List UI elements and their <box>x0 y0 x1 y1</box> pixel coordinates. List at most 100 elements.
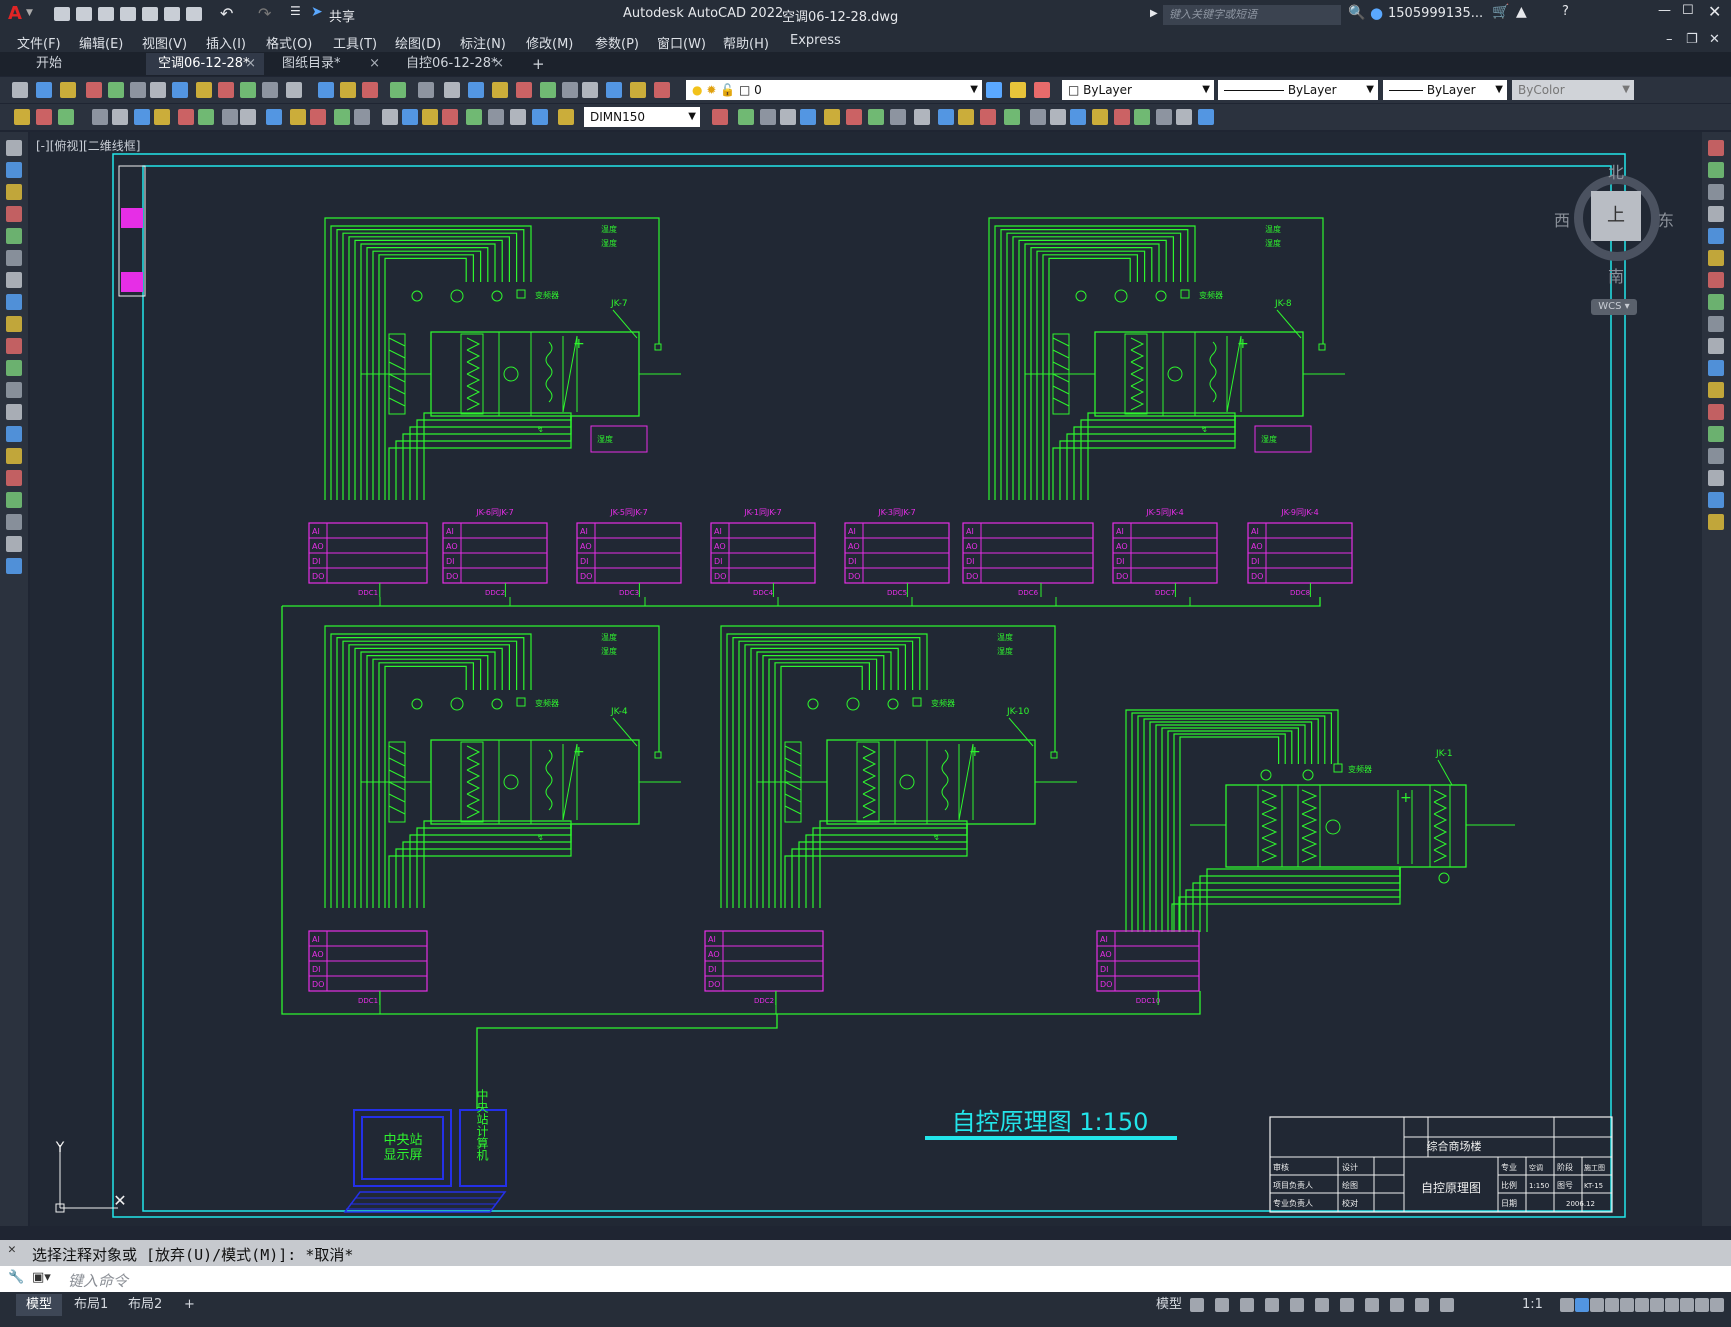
menu-file[interactable]: 文件(F) <box>17 33 61 52</box>
drawing-canvas[interactable]: [-][俯视][二维线框] + JK-7 变频器 温度 湿度 ↯ 湿度 + JK-8 变频器 温度湿… <box>30 132 1702 1226</box>
redo-icon[interactable] <box>318 82 334 98</box>
lock-icon[interactable]: 🔓 <box>720 83 735 97</box>
isolate-icon[interactable] <box>1665 1298 1679 1312</box>
grid-icon[interactable] <box>1190 1298 1204 1312</box>
tool-21-icon[interactable] <box>466 109 482 125</box>
lightbulb-icon[interactable]: ● <box>692 83 702 97</box>
tab-kongtiao[interactable]: 空调06-12-28* × <box>146 53 264 75</box>
help-icon[interactable]: ? <box>1562 4 1569 19</box>
tool-9-icon[interactable] <box>198 109 214 125</box>
doc-minimize-icon[interactable]: – <box>1666 32 1673 47</box>
tool-10-icon[interactable] <box>222 109 238 125</box>
recent-commands-icon[interactable]: ▣▾ <box>32 1270 51 1285</box>
spline-icon[interactable] <box>6 316 22 332</box>
wrench-icon[interactable]: 🔧 <box>8 1270 24 1285</box>
layer-state-icon[interactable] <box>630 82 646 98</box>
doc-restore-icon[interactable]: ❐ <box>1686 32 1698 47</box>
open-web-icon[interactable] <box>142 7 158 21</box>
new-tab-button[interactable]: + <box>520 53 548 75</box>
new-icon[interactable] <box>12 82 28 98</box>
match-prop-icon[interactable] <box>240 82 256 98</box>
tool-41-icon[interactable] <box>1050 109 1066 125</box>
cart-icon[interactable]: 🛒 <box>1492 4 1509 20</box>
circle-icon[interactable] <box>6 272 22 288</box>
line-icon[interactable] <box>6 140 22 156</box>
markup-icon[interactable] <box>540 82 556 98</box>
properties-icon[interactable] <box>444 82 460 98</box>
plotstyle-dropdown[interactable]: ByColor ▼ <box>1512 80 1634 100</box>
tool-22-icon[interactable] <box>488 109 504 125</box>
tool-23-icon[interactable] <box>510 109 526 125</box>
osnap-icon[interactable] <box>1365 1298 1379 1312</box>
point-icon[interactable] <box>6 426 22 442</box>
search-input[interactable]: 键入关键字或短语 <box>1163 5 1341 25</box>
hatch-icon[interactable] <box>6 448 22 464</box>
quick-props-icon[interactable] <box>1635 1298 1649 1312</box>
tool-12-icon[interactable] <box>266 109 282 125</box>
infer-icon[interactable] <box>1240 1298 1254 1312</box>
user-icon[interactable]: ● <box>1370 4 1383 22</box>
tool-8-icon[interactable] <box>178 109 194 125</box>
table-icon[interactable] <box>6 514 22 530</box>
tool-32-icon[interactable] <box>846 109 862 125</box>
tab-start[interactable]: 开始 <box>24 53 142 75</box>
menu-edit[interactable]: 编辑(E) <box>79 33 123 52</box>
compass-east[interactable]: 东 <box>1658 207 1674 231</box>
tool-13-icon[interactable] <box>290 109 306 125</box>
fillet-icon[interactable] <box>1708 470 1724 486</box>
menu-express[interactable]: Express <box>790 33 841 48</box>
arc-icon[interactable] <box>6 250 22 266</box>
layer-iso-icon[interactable] <box>1010 82 1026 98</box>
make-current-icon[interactable] <box>986 82 1002 98</box>
menu-parametric[interactable]: 参数(P) <box>595 33 639 52</box>
model-space-button[interactable]: 模型 <box>1146 1294 1192 1316</box>
tool-25-icon[interactable] <box>558 109 574 125</box>
new-file-icon[interactable] <box>54 7 70 21</box>
share-icon[interactable]: ➤ <box>311 4 323 20</box>
help-icon[interactable] <box>582 82 598 98</box>
search-icon[interactable]: 🔍 <box>1348 5 1365 21</box>
polar-icon[interactable] <box>1290 1298 1304 1312</box>
compass-west[interactable]: 西 <box>1554 207 1570 231</box>
chamfer-icon[interactable] <box>1708 448 1724 464</box>
copy-icon[interactable] <box>196 82 212 98</box>
dimstyle-dropdown[interactable]: DIMN150 ▼ <box>584 107 700 127</box>
tool-44-icon[interactable] <box>1114 109 1130 125</box>
break-icon[interactable] <box>1708 404 1724 420</box>
command-input[interactable]: 键入命令 <box>68 1270 128 1291</box>
ortho-icon[interactable] <box>1265 1298 1279 1312</box>
tool-33-icon[interactable] <box>868 109 884 125</box>
tool-17-icon[interactable] <box>382 109 398 125</box>
lock-ui-icon[interactable] <box>1650 1298 1664 1312</box>
mirror-icon[interactable] <box>1708 184 1724 200</box>
copy-icon[interactable] <box>1708 162 1724 178</box>
layer-dropdown[interactable]: ● ✹ 🔓 □ 0 ▼ <box>686 80 982 100</box>
autocad-logo[interactable]: A <box>8 3 22 24</box>
viewcube[interactable]: 上 北 南 西 东 WCS ▾ <box>1554 157 1674 315</box>
tool-42-icon[interactable] <box>1070 109 1086 125</box>
osnap-tracking-icon[interactable] <box>1340 1298 1354 1312</box>
layer-props-icon[interactable] <box>606 82 622 98</box>
tool-34-icon[interactable] <box>890 109 906 125</box>
tool-43-icon[interactable] <box>1092 109 1108 125</box>
isodraft-icon[interactable] <box>1315 1298 1329 1312</box>
layer-prev-icon[interactable] <box>654 82 670 98</box>
menu-help[interactable]: 帮助(H) <box>723 33 769 52</box>
blend-icon[interactable] <box>1708 492 1724 508</box>
3d-print-icon[interactable] <box>150 82 166 98</box>
arc-3p-icon[interactable] <box>6 184 22 200</box>
join-icon[interactable] <box>1708 426 1724 442</box>
workspace-icon[interactable] <box>1590 1298 1604 1312</box>
doc-close-icon[interactable]: ✕ <box>1709 32 1720 47</box>
close-cmdline-icon[interactable]: ✕ <box>8 1242 16 1257</box>
annotation-visibility-icon[interactable] <box>1560 1298 1574 1312</box>
open-file-icon[interactable] <box>76 7 92 21</box>
sheet-set-icon[interactable] <box>516 82 532 98</box>
tool-40-icon[interactable] <box>1030 109 1046 125</box>
cut-icon[interactable] <box>172 82 188 98</box>
annotation-scale[interactable]: 1:1 <box>1512 1294 1553 1316</box>
save-web-icon[interactable] <box>164 7 180 21</box>
customize-icon[interactable] <box>1710 1298 1724 1312</box>
polygon-icon[interactable] <box>6 206 22 222</box>
move-icon[interactable] <box>1708 250 1724 266</box>
